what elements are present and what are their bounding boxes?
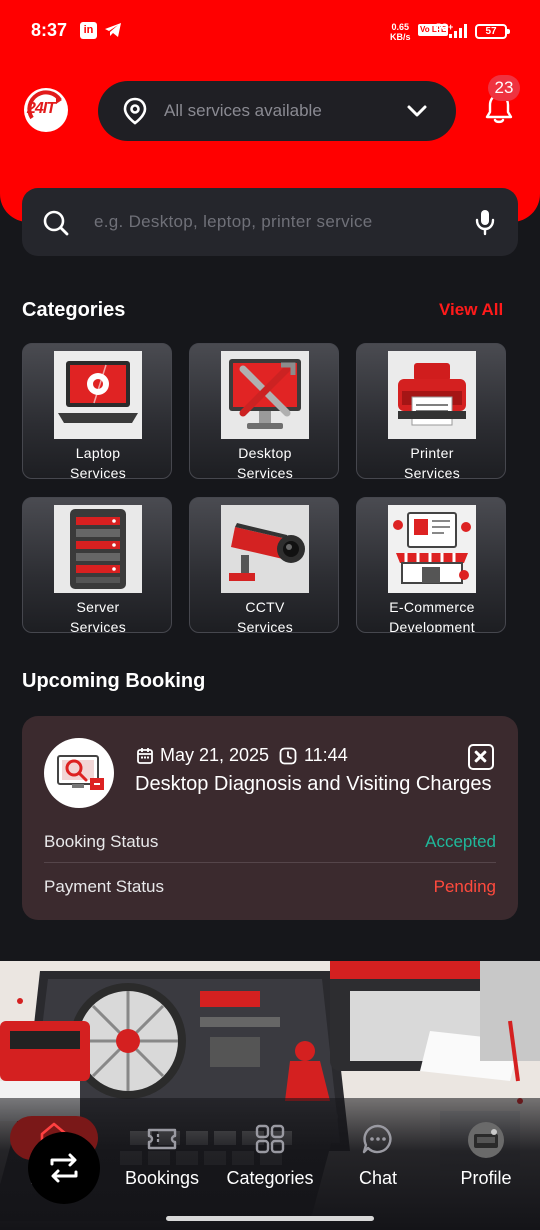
booking-card[interactable]: May 21, 2025 11:44 Desktop Diagnosis and… [22, 716, 518, 920]
category-card-ecommerce[interactable]: E-Commerce Development [356, 497, 506, 633]
ticket-icon [146, 1124, 178, 1159]
nav-chat[interactable]: Chat [324, 1098, 432, 1208]
signal-icon [448, 24, 470, 43]
payment-status-label: Payment Status [44, 877, 165, 896]
category-card-server[interactable]: Server Services [22, 497, 172, 633]
category-label: Printer Services [403, 445, 461, 479]
nav-label: Categories [226, 1168, 314, 1188]
grid-icon [254, 1124, 286, 1159]
notification-badge: 23 [488, 75, 520, 101]
status-bar: 8:37 in 0.65 KB/s Vo LTE 5G+ 57 [0, 0, 540, 62]
nav-label: Bookings [124, 1168, 200, 1188]
category-card-printer[interactable]: Printer Services [356, 343, 506, 479]
location-selector[interactable]: All services available [98, 81, 456, 141]
booking-status-value: Accepted [425, 832, 496, 851]
nav-categories[interactable]: Categories [216, 1098, 324, 1208]
category-card-desktop[interactable]: Desktop Services [189, 343, 339, 479]
search-input[interactable] [94, 200, 464, 244]
category-card-laptop[interactable]: Laptop Services [22, 343, 172, 479]
search-icon [42, 209, 70, 242]
categories-title: Categories [22, 299, 126, 321]
status-time: 8:37 [31, 20, 68, 40]
logo-text: 24IT [27, 100, 56, 117]
category-label: E-Commerce Development [389, 599, 475, 633]
server-icon [54, 505, 142, 593]
booking-time: 11:44 [304, 745, 348, 765]
booking-title: Desktop Diagnosis and Visiting Charges [135, 773, 492, 795]
app-logo[interactable]: 24IT [24, 88, 68, 132]
nav-bookings[interactable]: Bookings [108, 1098, 216, 1208]
battery-icon: 57 [475, 24, 510, 39]
avatar [468, 1122, 504, 1163]
microphone-icon[interactable] [474, 208, 496, 241]
net-speed: 0.65 KB/s [390, 22, 411, 42]
clock-icon [279, 747, 297, 770]
category-label: CCTV Services [236, 599, 294, 633]
chat-icon [362, 1124, 394, 1159]
swap-icon [50, 1153, 78, 1183]
gesture-bar[interactable] [166, 1216, 374, 1221]
location-pin-icon [122, 97, 148, 130]
payment-status-value: Pending [433, 877, 496, 896]
booking-service-image [44, 738, 114, 808]
chevron-down-icon [406, 102, 428, 125]
ecommerce-icon [388, 505, 476, 593]
view-all-link[interactable]: View All [439, 300, 503, 320]
floating-action-button[interactable] [28, 1132, 100, 1204]
category-card-cctv[interactable]: CCTV Services [189, 497, 339, 633]
calendar-icon [136, 747, 154, 770]
search-bar[interactable] [22, 188, 518, 256]
nav-label: Profile [460, 1168, 512, 1188]
category-label: Desktop Services [236, 445, 294, 479]
desktop-icon [221, 351, 309, 439]
location-text: All services available [164, 101, 322, 120]
linkedin-icon: in [80, 22, 97, 39]
cctv-icon [221, 505, 309, 593]
booking-status-label: Booking Status [44, 832, 159, 851]
nav-label: Chat [358, 1168, 398, 1188]
category-label: Server Services [69, 599, 127, 633]
booking-date: May 21, 2025 [160, 745, 270, 765]
close-icon[interactable] [468, 744, 494, 770]
divider [44, 862, 496, 863]
telegram-icon [104, 22, 122, 43]
printer-icon [388, 351, 476, 439]
upcoming-booking-title: Upcoming Booking [22, 670, 206, 692]
laptop-icon [54, 351, 142, 439]
nav-profile[interactable]: Profile [432, 1098, 540, 1208]
category-label: Laptop Services [69, 445, 127, 479]
